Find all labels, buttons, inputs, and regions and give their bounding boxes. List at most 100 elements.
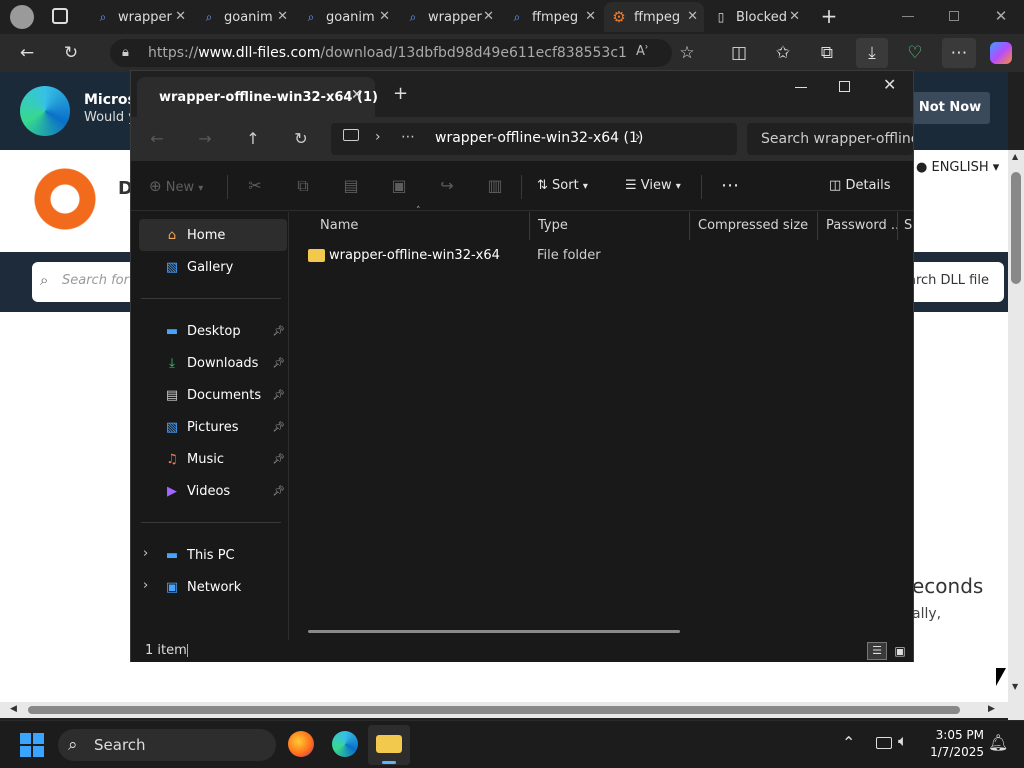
sidebar-item-music[interactable]: ♫ Music 📌︎ [139,443,287,475]
sidebar-item-desktop[interactable]: ▬ Desktop 📌︎ [139,315,287,347]
browser-tab[interactable]: ⌕ wrapper ✕ [398,2,500,32]
profile-avatar[interactable] [10,5,34,29]
horizontal-scrollbar-thumb[interactable] [308,630,680,633]
browser-tab[interactable]: ▯ Blocked ✕ [706,2,806,32]
close-icon[interactable]: ✕ [483,9,494,24]
split-screen-icon[interactable]: ◫ [726,40,752,66]
browser-tab[interactable]: ⌕ goanim ✕ [194,2,294,32]
scroll-left-icon[interactable]: ◀ [10,704,17,714]
more-options-icon[interactable]: ⋯ [715,175,745,197]
address-bar[interactable]: 🔒︎ https://www.dll-files.com/download/13… [110,39,672,67]
language-select[interactable]: ● ENGLISH ▾ [916,160,999,175]
clock[interactable]: 3:05 PM 1/7/2025 [928,727,984,761]
sidebar-item-videos[interactable]: ▶ Videos 📌︎ [139,475,287,507]
paste-icon[interactable]: ▤ [339,175,363,197]
browser-tab[interactable]: ⌕ wrapper ✕ [88,2,192,32]
file-explorer-taskbar-button[interactable] [368,725,410,765]
copilot-icon[interactable] [990,42,1012,64]
sidebar-item-documents[interactable]: ▤ Documents 📌︎ [139,379,287,411]
back-icon[interactable]: ← [143,127,171,151]
close-icon[interactable]: ✕ [883,75,896,94]
column-header-type[interactable]: Type [530,212,690,240]
rename-icon[interactable]: ▣ [387,175,411,197]
explorer-tab[interactable]: wrapper-offline-win32-x64 (1) ✕ [137,77,378,117]
explorer-search-input[interactable]: Search wrapper-offline-w [747,123,913,155]
scroll-up-icon[interactable]: ▲ [1012,152,1018,161]
sidebar-item-home[interactable]: ⌂ Home [139,219,287,251]
chevron-right-icon[interactable]: › [143,546,148,561]
page-vertical-scrollbar[interactable]: ▲ ▼ [1008,150,1024,702]
details-button[interactable]: ◫ Details [829,175,899,197]
new-tab-icon[interactable]: + [818,4,840,28]
forward-icon[interactable]: → [191,127,219,151]
refresh-icon[interactable]: ↻ [287,127,315,151]
chevron-right-icon[interactable]: › [635,129,641,145]
sidebar-item-downloads[interactable]: ⤓ Downloads 📌︎ [139,347,287,379]
restore-icon[interactable] [949,11,959,21]
delete-icon[interactable]: ▥ [483,175,507,197]
more-menu-icon[interactable]: ⋯ [942,38,976,68]
close-icon[interactable]: ✕ [687,9,698,24]
favorites-icon[interactable]: ✩ [770,40,796,66]
refresh-icon[interactable]: ↻ [58,40,84,66]
browser-tab-active[interactable]: ⚙ ffmpeg ✕ [604,2,704,32]
breadcrumb-current[interactable]: wrapper-offline-win32-x64 (1) [435,130,643,146]
column-header-password[interactable]: Password ... [818,212,898,240]
column-header-compressed-size[interactable]: Compressed size [690,212,818,240]
sidebar-item-gallery[interactable]: ▧ Gallery [139,251,287,283]
browser-tab[interactable]: ⌕ goanim ✕ [296,2,396,32]
close-icon[interactable]: ✕ [379,9,390,24]
browser-tab[interactable]: ⌕ ffmpeg ✕ [502,2,602,32]
chevron-up-icon[interactable]: ⌃ [842,733,855,752]
firefox-icon[interactable] [288,731,314,757]
tiles-view-icon[interactable]: ▣ [891,642,909,660]
sidebar-item-this-pc[interactable]: › ▬ This PC [139,539,287,571]
tab-actions-icon[interactable] [52,8,68,24]
network-icon[interactable] [876,737,892,749]
view-button[interactable]: ☰ View ▾ [625,175,695,197]
collections-icon[interactable]: ⧉ [814,40,840,66]
breadcrumb[interactable]: › ⋯ wrapper-offline-win32-x64 (1) › [331,123,737,155]
page-horizontal-scrollbar[interactable]: ◀ ▶ [0,702,1008,718]
sort-button[interactable]: ⇅ Sort ▾ [537,175,601,197]
scroll-down-icon[interactable]: ▼ [1012,682,1018,691]
share-icon[interactable]: ↪ [435,175,459,197]
up-icon[interactable]: ↑ [239,127,267,151]
read-aloud-icon[interactable]: Aʾ [636,44,649,59]
copy-icon[interactable]: ⧉ [291,175,315,197]
minimize-icon[interactable] [795,87,807,88]
new-tab-icon[interactable]: + [393,83,408,104]
chevron-right-icon[interactable]: › [143,578,148,593]
performance-icon[interactable]: ♡ [902,40,928,66]
back-icon[interactable]: ← [14,40,40,66]
pin-icon: 📌︎ [272,389,285,401]
scroll-right-icon[interactable]: ▶ [988,704,995,714]
close-icon[interactable]: ✕ [585,9,596,24]
downloads-icon[interactable]: ⤓ [856,38,888,68]
edge-icon[interactable] [332,731,358,757]
close-icon[interactable]: ✕ [277,9,288,24]
details-view-icon[interactable]: ☰ [867,642,887,660]
new-button[interactable]: ⊕ New ▾ [149,175,209,197]
maximize-icon[interactable] [839,81,850,92]
column-header-size[interactable]: Si [898,212,913,240]
close-icon[interactable]: ✕ [789,9,800,24]
close-icon[interactable]: ✕ [175,9,186,24]
taskbar-search-box[interactable]: ⌕ Search [58,729,276,761]
volume-icon[interactable]: 🔈︎ [898,731,908,751]
scroll-thumb[interactable] [1011,172,1021,284]
table-row[interactable]: wrapper-offline-win32-x64 File folder [300,242,900,268]
minimize-icon[interactable] [902,16,914,17]
close-icon[interactable]: ✕ [992,6,1010,26]
notification-bell-icon[interactable]: 🔔︎ [988,733,1008,752]
column-header-name[interactable]: Name [312,212,530,240]
favorite-star-icon[interactable]: ☆ [674,40,700,66]
start-windows-icon[interactable] [20,733,44,757]
ellipsis-icon[interactable]: ⋯ [401,129,415,145]
not-now-button[interactable]: Not Now [910,92,990,124]
scroll-thumb[interactable] [28,706,960,714]
sidebar-item-network[interactable]: › ▣ Network [139,571,287,603]
cut-icon[interactable]: ✂ [243,175,267,197]
close-tab-icon[interactable]: ✕ [351,87,363,103]
sidebar-item-pictures[interactable]: ▧ Pictures 📌︎ [139,411,287,443]
